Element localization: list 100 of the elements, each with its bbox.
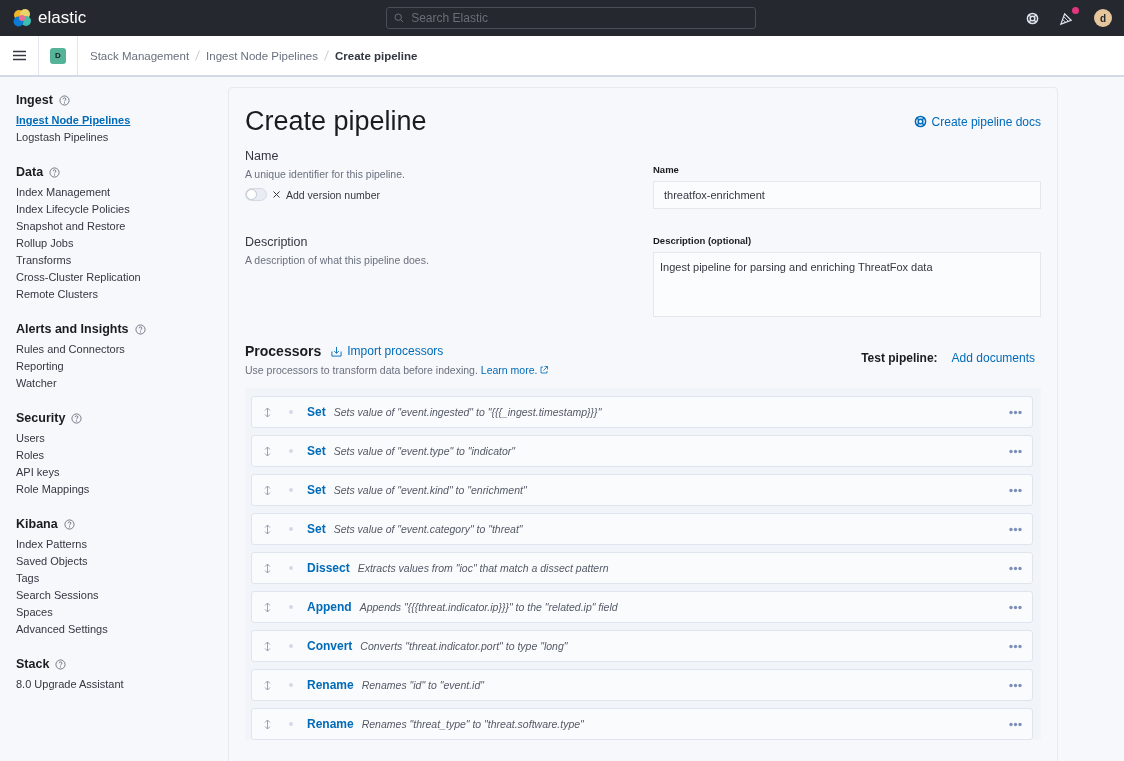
sidebar-item[interactable]: Index Management — [16, 184, 212, 201]
more-actions-icon[interactable] — [1009, 565, 1022, 571]
more-actions-icon[interactable] — [1009, 643, 1022, 649]
drag-handle-icon[interactable] — [264, 601, 271, 613]
drag-handle-icon[interactable] — [264, 484, 271, 496]
user-avatar[interactable]: d — [1094, 9, 1112, 27]
docs-link[interactable]: Create pipeline docs — [913, 114, 1041, 129]
sidebar-item[interactable]: Spaces — [16, 604, 212, 621]
field-label: Name — [653, 164, 680, 175]
more-actions-icon[interactable] — [1009, 448, 1022, 454]
help-icon[interactable] — [49, 166, 61, 178]
processor-type: Set — [307, 483, 326, 497]
processor-row[interactable]: Rename Renames "id" to "event.id" — [251, 669, 1033, 701]
breadcrumb[interactable]: Stack Management — [90, 49, 190, 62]
help-icon[interactable] — [71, 412, 83, 424]
status-dot — [289, 449, 293, 453]
help-icon[interactable] — [58, 94, 70, 106]
sidebar-item[interactable]: API keys — [16, 464, 212, 481]
sidebar-item[interactable]: Search Sessions — [16, 587, 212, 604]
drag-handle-icon[interactable] — [264, 718, 271, 730]
sidebar-item[interactable]: Tags — [16, 570, 212, 587]
more-actions-icon[interactable] — [1009, 409, 1022, 415]
processor-description: Converts "threat.indicator.port" to type "long" — [360, 640, 568, 652]
processor-row[interactable]: Set Sets value of "event.type" to "indicator" — [251, 435, 1033, 467]
menu-icon[interactable] — [12, 50, 26, 61]
breadcrumb[interactable]: Ingest Node Pipelines — [206, 49, 318, 62]
description-field[interactable]: Ingest pipeline for parsing and enriching ThreatFox data — [653, 252, 1041, 317]
status-dot — [289, 644, 293, 648]
section-title: Description — [245, 235, 309, 249]
processor-row[interactable]: Dissect Extracts values from "ioc" that match a dissect pattern — [251, 552, 1033, 584]
sidebar-item[interactable]: Advanced Settings — [16, 621, 212, 638]
section-title: Name — [245, 149, 280, 163]
processor-description: Extracts values from "ioc" that match a dissect pattern — [357, 562, 609, 574]
processor-row[interactable]: Append Appends "{{{threat.indicator.ip}}}" to the "related.ip" field — [251, 591, 1033, 623]
processor-row[interactable]: Rename Renames "threat_type" to "threat.software.type" — [251, 708, 1033, 740]
sidebar-item[interactable]: 8.0 Upgrade Assistant — [16, 676, 212, 693]
switch-label: Add version number — [286, 188, 380, 201]
drag-handle-icon[interactable] — [264, 523, 271, 535]
processor-type: Convert — [307, 639, 353, 653]
drag-handle-icon[interactable] — [264, 679, 271, 691]
import-link[interactable]: Import processors — [331, 344, 444, 358]
help-icon[interactable] — [55, 658, 67, 670]
sidebar-item[interactable]: Rollup Jobs — [16, 235, 212, 252]
processor-description: Sets value of "event.kind" to "enrichment" — [333, 484, 527, 496]
more-actions-icon[interactable] — [1009, 526, 1022, 532]
processor-type: Set — [307, 444, 326, 458]
processors-title: Processors — [245, 343, 322, 359]
sidebar-item[interactable]: Transforms — [16, 252, 212, 269]
drag-handle-icon[interactable] — [264, 445, 271, 457]
sidebar-item[interactable]: Rules and Connectors — [16, 341, 212, 358]
sidebar-section-title: Security — [16, 411, 66, 425]
external-link-icon — [540, 366, 549, 374]
more-actions-icon[interactable] — [1009, 682, 1022, 688]
processor-description: Renames "id" to "event.id" — [361, 679, 484, 691]
sidebar-item[interactable]: Roles — [16, 447, 212, 464]
drag-handle-icon[interactable] — [264, 640, 271, 652]
processor-description: Appends "{{{threat.indicator.ip}}}" to the "related.ip" field — [359, 601, 618, 613]
processor-row[interactable]: Convert Converts "threat.indicator.port" to type "long" — [251, 630, 1033, 662]
space-avatar[interactable]: D — [50, 47, 66, 64]
drag-handle-icon[interactable] — [264, 562, 271, 574]
section-description: A description of what this pipeline does. — [245, 254, 430, 266]
more-actions-icon[interactable] — [1009, 721, 1022, 727]
processor-row[interactable]: Set Sets value of "event.ingested" to "{{{_ingest.timestamp}}}" — [251, 396, 1033, 428]
sidebar-item[interactable]: Index Lifecycle Policies — [16, 201, 212, 218]
sidebar-section-title: Kibana — [16, 517, 58, 531]
status-dot — [289, 683, 293, 687]
party-icon[interactable] — [1059, 10, 1074, 26]
processor-row[interactable]: Set Sets value of "event.kind" to "enrichment" — [251, 474, 1033, 506]
learn-more-link[interactable]: Learn more. — [480, 364, 549, 376]
sidebar-item[interactable]: Saved Objects — [16, 553, 212, 570]
more-actions-icon[interactable] — [1009, 487, 1022, 493]
sidebar-section-title: Data — [16, 165, 44, 179]
sidebar-item[interactable]: Cross-Cluster Replication — [16, 269, 212, 286]
sidebar-item[interactable]: Users — [16, 430, 212, 447]
add-documents-link[interactable]: Add documents — [951, 351, 1035, 365]
drag-handle-icon[interactable] — [264, 406, 271, 418]
logo-icon[interactable] — [12, 8, 32, 28]
processors-help-text: Use processors to transform data before indexing. — [245, 364, 478, 376]
field-label: Description (optional) — [653, 235, 753, 246]
sidebar-item[interactable]: Remote Clusters — [16, 286, 212, 303]
test-pipeline-label: Test pipeline: — [861, 351, 938, 365]
help-icon[interactable] — [134, 323, 146, 335]
help-icon[interactable] — [63, 518, 75, 530]
sidebar-section-title: Ingest — [16, 93, 53, 107]
status-dot — [289, 722, 293, 726]
search-field[interactable]: Search Elastic — [386, 7, 757, 29]
status-dot — [289, 566, 293, 570]
sidebar-item[interactable]: Index Patterns — [16, 536, 212, 553]
processor-row[interactable]: Set Sets value of "event.category" to "threat" — [251, 513, 1033, 545]
sidebar-item[interactable]: Logstash Pipelines — [16, 129, 212, 146]
search-icon — [394, 13, 405, 23]
sidebar-item[interactable]: Snapshot and Restore — [16, 218, 212, 235]
sidebar-item[interactable]: Reporting — [16, 358, 212, 375]
name-field[interactable]: threatfox-enrichment — [653, 181, 1041, 209]
sidebar-item[interactable]: Role Mappings — [16, 481, 212, 498]
sidebar-item[interactable]: Ingest Node Pipelines — [16, 112, 212, 129]
version-switch[interactable] — [245, 188, 267, 201]
status-dot — [289, 410, 293, 414]
sidebar-item[interactable]: Watcher — [16, 375, 212, 392]
more-actions-icon[interactable] — [1009, 604, 1022, 610]
